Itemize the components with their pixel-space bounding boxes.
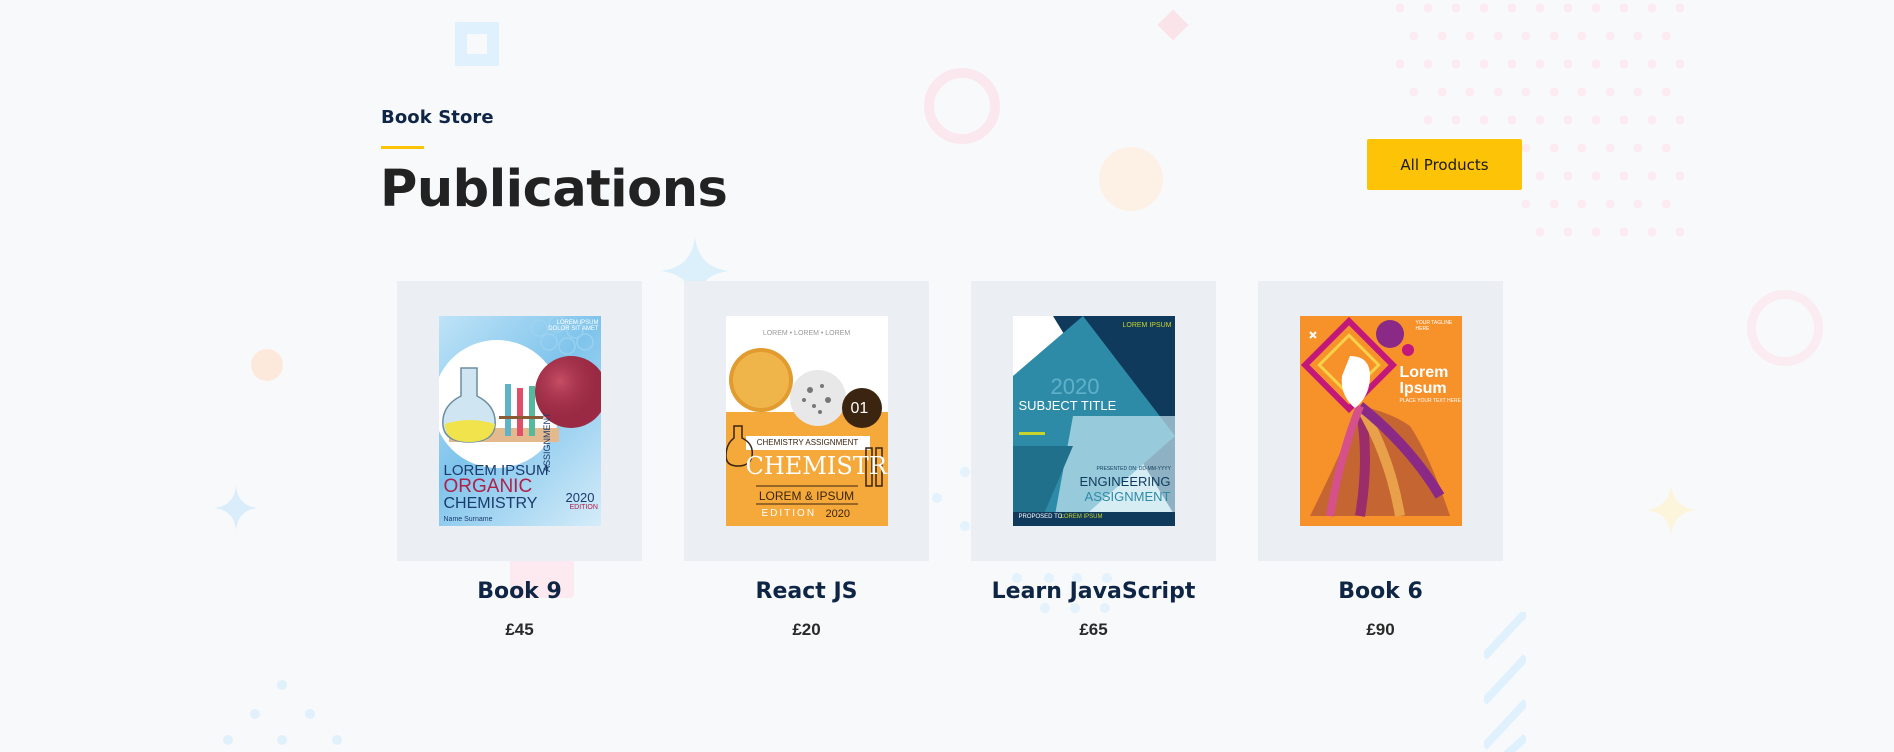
cover-small-text: PLACE YOUR TEXT HERE — [1399, 398, 1461, 404]
cover-year: 2020 — [825, 508, 850, 520]
cover-year: 2020 — [565, 490, 595, 505]
product-price: £65 — [1079, 620, 1108, 639]
book-cover-image[interactable]: LOREM • LOREM • LOREM 01 CHEMISTRY ASSIG… — [725, 316, 888, 526]
product-title[interactable]: React JS — [684, 579, 929, 604]
product-image-frame[interactable]: LOREM • LOREM • LOREM 01 CHEMISTRY ASSIG… — [684, 281, 929, 561]
cover-line1: ENGINEERING — [1079, 474, 1171, 489]
cover-tagline: YOUR TAGLINE HERE — [1415, 320, 1453, 332]
decor-square — [455, 22, 499, 66]
product-price: £90 — [1366, 620, 1395, 639]
cover-art — [1300, 316, 1450, 517]
product-card[interactable]: YOUR TAGLINE HERE Lorem Ipsum PLACE YOUR… — [1258, 281, 1503, 640]
book-cover-image[interactable]: LOREM IPSUM DOLOR SIT AMET LOREM IPSUM O… — [438, 316, 601, 526]
product-card[interactable]: LOREM IPSUM 2020 SUBJECT TITLE PRESENTED… — [971, 281, 1216, 640]
product-price: £45 — [505, 620, 534, 639]
cover-edition: EDITION — [569, 504, 598, 511]
cover-year: 2020 — [1050, 374, 1100, 399]
cover-label: CHEMISTRY ASSIGNMENT — [756, 438, 859, 447]
decor-ring-right — [1747, 290, 1823, 366]
cover-top-text: LOREM • LOREM • LOREM — [762, 330, 851, 337]
cover-number: 01 — [850, 400, 869, 417]
decor-dots-pink — [1395, 3, 1685, 237]
product-image-frame[interactable]: YOUR TAGLINE HERE Lorem Ipsum PLACE YOUR… — [1258, 281, 1503, 561]
section-eyebrow: Book Store — [381, 107, 494, 128]
product-price: £20 — [792, 620, 821, 639]
decor-star-blue-left — [214, 486, 258, 530]
cover-subject: SUBJECT TITLE — [1018, 398, 1117, 413]
cover-author: Name Surname — [443, 516, 493, 523]
decor-ring — [924, 68, 1000, 144]
cover-corner: LOREM IPSUM — [1122, 322, 1172, 329]
product-title[interactable]: Book 9 — [397, 579, 642, 604]
cover-presented: PRESENTED ON: DD-MM-YYYY — [1096, 466, 1171, 472]
decor-star-yellow — [1645, 484, 1697, 536]
decor-circle-small — [251, 349, 283, 381]
product-card[interactable]: LOREM • LOREM • LOREM 01 CHEMISTRY ASSIG… — [684, 281, 929, 640]
cover-subtitle: LOREM & IPSUM — [758, 489, 855, 503]
page-title: Publications — [380, 160, 728, 219]
cover-edition: EDITION — [761, 508, 817, 519]
cover-proposed: PROPOSED TO: — [1018, 514, 1064, 520]
decor-diamond — [1157, 9, 1189, 41]
cover-side-text: ASSIGNMENT — [541, 412, 552, 472]
decor-circle — [1099, 147, 1163, 211]
cover-line2: Ipsum — [1399, 380, 1447, 397]
cover-big-text: CHEMISTR — [745, 452, 887, 480]
all-products-button[interactable]: All Products — [1367, 139, 1522, 190]
eyebrow-underline — [381, 146, 424, 149]
product-title[interactable]: Learn JavaScript — [971, 579, 1216, 604]
book-cover-image[interactable]: LOREM IPSUM 2020 SUBJECT TITLE PRESENTED… — [1012, 316, 1175, 526]
cover-line2: ASSIGNMENT — [1084, 489, 1171, 504]
product-title[interactable]: Book 6 — [1258, 579, 1503, 604]
decor-dots-blue — [223, 680, 342, 745]
cover-line3: CHEMISTRY — [443, 495, 538, 512]
product-image-frame[interactable]: LOREM IPSUM DOLOR SIT AMET LOREM IPSUM O… — [397, 281, 642, 561]
cover-top-text: LOREM IPSUM DOLOR SIT AMET — [548, 320, 599, 332]
page: Book Store Publications All Products LOR… — [0, 0, 1894, 752]
product-card[interactable]: LOREM IPSUM DOLOR SIT AMET LOREM IPSUM O… — [397, 281, 642, 640]
cover-proposed-name: LOREM IPSUM — [1060, 514, 1103, 520]
product-image-frame[interactable]: LOREM IPSUM 2020 SUBJECT TITLE PRESENTED… — [971, 281, 1216, 561]
book-cover-image[interactable]: YOUR TAGLINE HERE Lorem Ipsum PLACE YOUR… — [1299, 316, 1462, 526]
